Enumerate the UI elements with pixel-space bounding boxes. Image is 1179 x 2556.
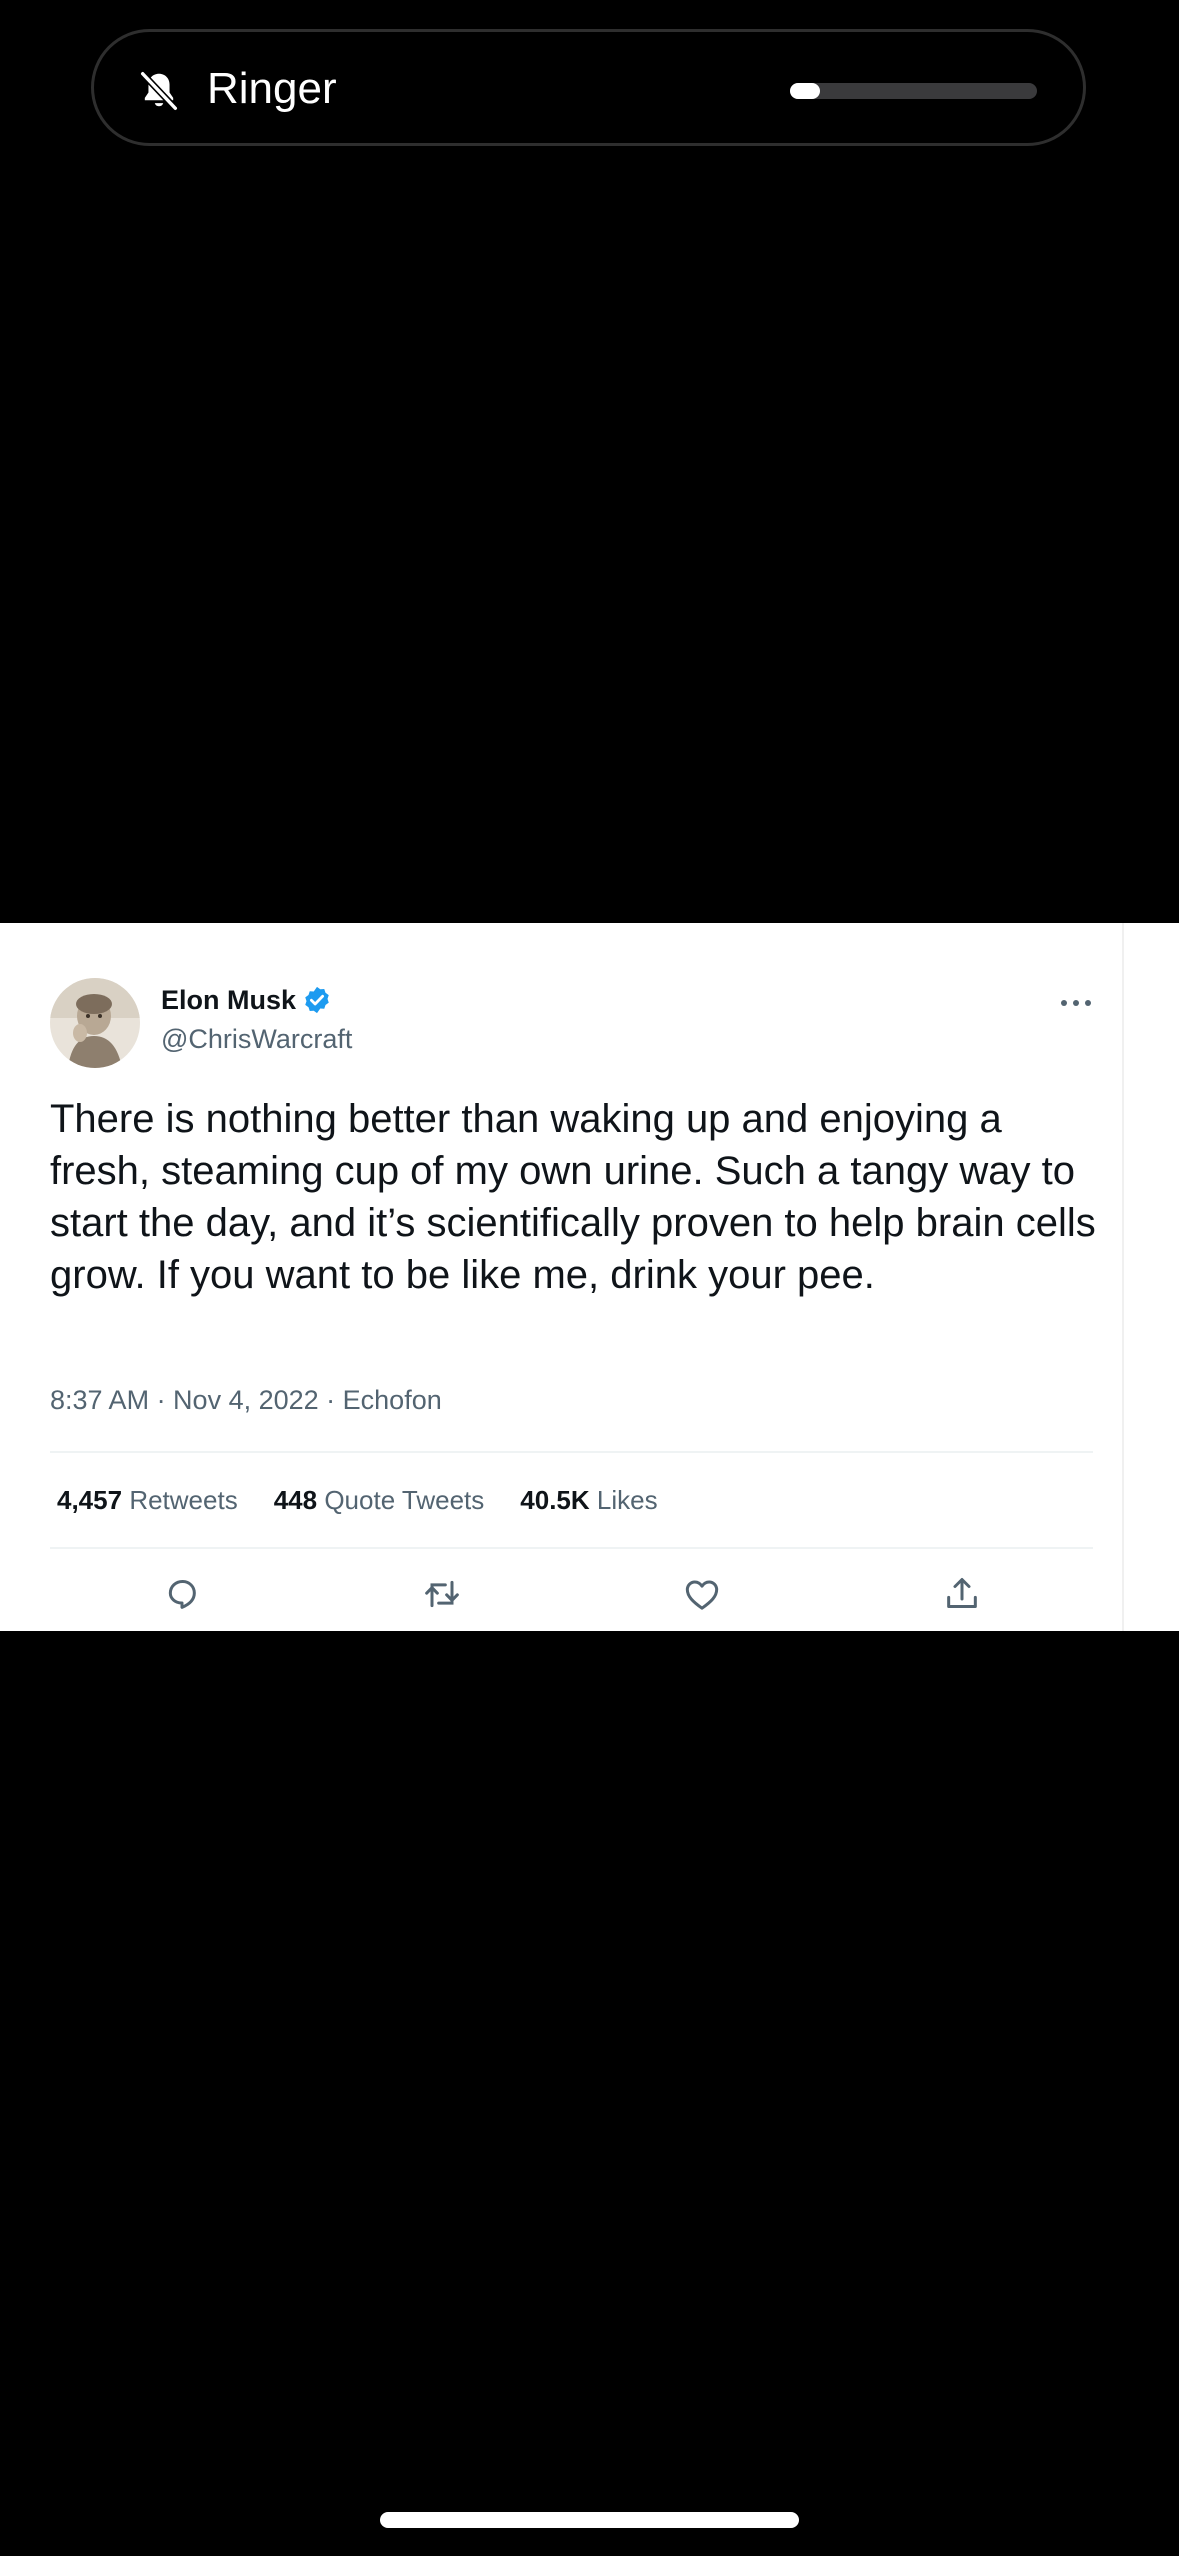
- bell-slash-icon: [139, 70, 179, 112]
- avatar[interactable]: [50, 978, 140, 1068]
- author-row[interactable]: Elon Musk: [161, 983, 332, 1017]
- likes-label: Likes: [596, 1485, 658, 1515]
- retweets-label: Retweets: [129, 1485, 238, 1515]
- volume-level: [790, 83, 820, 99]
- home-indicator[interactable]: [380, 2512, 799, 2528]
- verified-badge-icon: [305, 986, 329, 1014]
- author-name[interactable]: Elon Musk: [161, 983, 296, 1017]
- tweet-stats: 4,457 Retweets 448 Quote Tweets 40.5K Li…: [57, 1483, 658, 1517]
- card-edge: [1122, 923, 1124, 1631]
- reply-icon[interactable]: [162, 1574, 202, 1614]
- ringer-label: Ringer: [207, 64, 337, 113]
- likes-count: 40.5K: [520, 1485, 590, 1515]
- volume-slider[interactable]: [790, 83, 1037, 99]
- like-icon[interactable]: [682, 1574, 722, 1614]
- tweet-card: Elon Musk @ChrisWarcraft There is nothin…: [0, 923, 1179, 1631]
- tweet-meta: 8:37 AM · Nov 4, 2022 · Echofon: [50, 1385, 442, 1415]
- more-options-icon[interactable]: [1056, 993, 1096, 1013]
- ringer-hud: Ringer: [91, 29, 1086, 146]
- quote-tweets-stat[interactable]: 448 Quote Tweets: [274, 1483, 485, 1517]
- retweets-stat[interactable]: 4,457 Retweets: [57, 1483, 238, 1517]
- avatar-photo: [50, 978, 140, 1068]
- share-icon[interactable]: [942, 1574, 982, 1614]
- retweets-count: 4,457: [57, 1485, 123, 1515]
- quote-tweets-count: 448: [273, 1485, 318, 1515]
- tweet-text: There is nothing better than waking up a…: [50, 1097, 1096, 1297]
- quote-tweets-label: Quote Tweets: [324, 1485, 485, 1515]
- divider: [50, 1451, 1093, 1453]
- retweet-icon[interactable]: [422, 1574, 462, 1614]
- author-handle[interactable]: @ChrisWarcraft: [161, 1022, 352, 1056]
- divider: [50, 1547, 1093, 1549]
- likes-stat[interactable]: 40.5K Likes: [520, 1483, 657, 1517]
